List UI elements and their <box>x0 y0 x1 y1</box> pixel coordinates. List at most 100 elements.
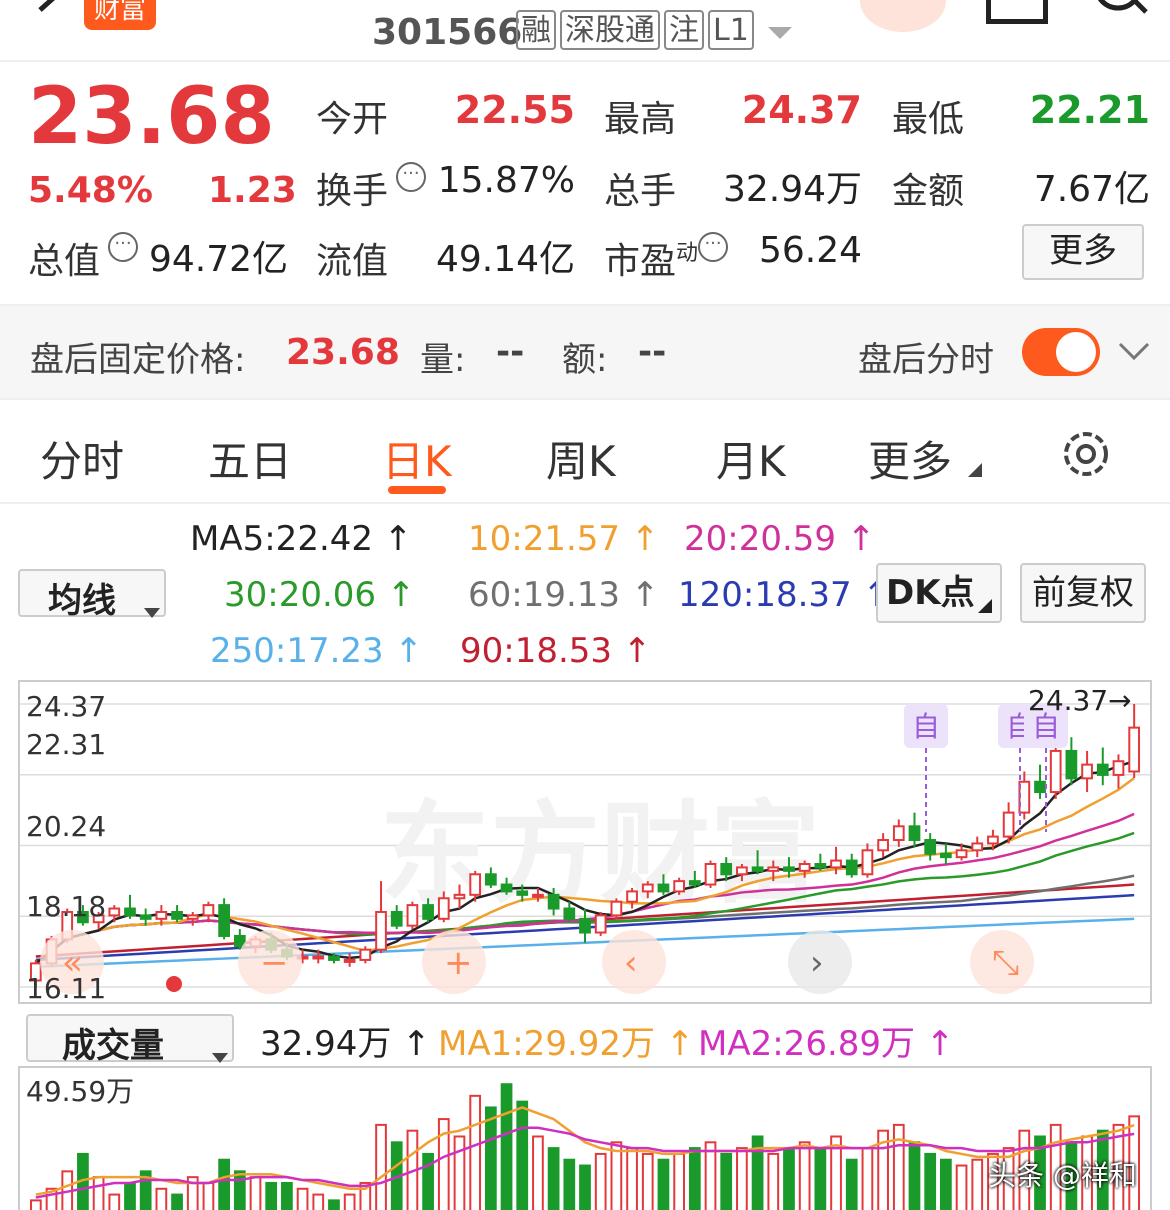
volume-bar <box>673 1152 686 1210</box>
y-axis-label: 24.37 <box>26 690 107 723</box>
tab-5[interactable]: 更多 <box>868 428 952 489</box>
candle-body <box>108 907 121 917</box>
candle-body <box>610 900 623 917</box>
gear-icon[interactable] <box>1060 428 1112 480</box>
volume-bar <box>202 1181 215 1210</box>
quote-label: 最高 <box>604 99 677 140</box>
candle-body <box>657 883 670 893</box>
volume-bar <box>892 1123 905 1210</box>
volume-bar <box>626 1147 638 1210</box>
candle-body <box>1034 780 1046 794</box>
quote-value: 49.14亿 <box>435 239 575 280</box>
quote-value: 56.24 <box>758 230 862 271</box>
avatar[interactable] <box>860 0 946 32</box>
candle-body <box>688 880 701 886</box>
candle-body <box>390 910 403 927</box>
quote-label: 最低 <box>892 99 965 140</box>
volume-bar <box>845 1158 858 1210</box>
candle-body <box>579 917 591 934</box>
volume-bar <box>312 1193 325 1210</box>
quote-value: 15.87% <box>437 160 575 201</box>
volume-bar <box>296 1187 309 1210</box>
more-button[interactable]: 更多 <box>1022 224 1144 280</box>
back-icon[interactable] <box>30 0 66 28</box>
volume-bar <box>814 1147 827 1210</box>
nav-glyph: ‹ <box>624 943 638 983</box>
source-watermark: 头条 @祥和 <box>988 1159 1137 1192</box>
candle-body <box>736 866 748 876</box>
volume-y-max-label: 49.59万 <box>26 1075 135 1108</box>
volume-bar <box>484 1106 497 1210</box>
nav-glyph: + <box>444 943 473 983</box>
candle-body <box>375 910 387 951</box>
dk-point-button[interactable]: DK点 <box>876 563 1002 623</box>
candle-body <box>547 893 560 910</box>
volume-bar <box>908 1141 921 1210</box>
volume-bar <box>328 1199 340 1210</box>
quote-panel: 23.68 5.48% 1.23 今开 22.55 最高 24.37 最低 22.21 换手… <box>0 62 1170 302</box>
quote-label: 总手 <box>604 171 677 212</box>
volume-bar <box>547 1147 560 1210</box>
volume-bar <box>955 1164 968 1210</box>
candle-body <box>1065 749 1078 780</box>
info-icon[interactable]: ··· <box>698 232 729 262</box>
volume-bar <box>532 1135 544 1210</box>
candle-body <box>328 955 340 961</box>
volume-bar <box>343 1193 356 1210</box>
volume-bar <box>469 1094 482 1210</box>
tab-4[interactable]: 月K <box>716 428 786 489</box>
after-hours-amount-label: 额: <box>562 340 608 380</box>
volume-bar <box>218 1158 230 1210</box>
volume-bar <box>124 1181 136 1210</box>
nav-glyph: › <box>810 943 824 983</box>
candle-body <box>453 893 466 900</box>
candle-body <box>532 893 544 898</box>
high-price-marker: 24.37→ <box>1028 684 1132 717</box>
volume-bar <box>688 1147 701 1210</box>
chevron-down-icon[interactable] <box>1118 342 1150 366</box>
candle-body <box>437 897 450 920</box>
info-icon[interactable]: ··· <box>396 162 427 192</box>
volume-bar <box>265 1181 278 1210</box>
after-hours-chart-label: 盘后分时 <box>858 340 994 380</box>
volume-bar <box>29 1199 42 1210</box>
last-price: 23.68 <box>28 72 275 162</box>
candle-body <box>720 863 733 876</box>
after-hours-toggle[interactable] <box>1022 328 1100 376</box>
indicator-select[interactable]: 均线 <box>18 569 166 621</box>
adjust-button[interactable]: 前复权 <box>1020 563 1146 623</box>
volume-bar <box>940 1158 952 1210</box>
search-icon[interactable] <box>1090 0 1150 24</box>
info-icon[interactable]: ··· <box>108 232 139 262</box>
stock-tag: 深股通 <box>560 10 660 50</box>
kline-chart[interactable]: 东方财富自自自 «− + ‹ › ⤡ 24.37 22.31 20.24 18.18 16.11 … <box>18 680 1152 1004</box>
candle-body <box>641 883 654 893</box>
candle-body <box>139 914 152 920</box>
volume-bar <box>579 1164 591 1210</box>
share-icon[interactable] <box>986 0 1048 24</box>
candle-body <box>422 904 434 920</box>
candle-body <box>202 904 215 917</box>
quote-value: 7.67亿 <box>1033 169 1150 210</box>
candle-body <box>359 948 372 961</box>
volume-bar <box>610 1141 623 1210</box>
volume-bar <box>767 1152 780 1210</box>
volume-chart[interactable]: 49.59万 头条 @祥和 <box>18 1066 1152 1210</box>
quote-value: 24.37 <box>741 88 862 132</box>
candle-body <box>1049 749 1062 794</box>
tab-3[interactable]: 周K <box>546 428 616 489</box>
candle-body <box>186 914 199 920</box>
tab-1[interactable]: 五日 <box>208 428 292 489</box>
ma-line-value: 60:19.13 ↑ <box>468 575 660 615</box>
ma-line-value: MA5:22.42 ↑ <box>190 519 413 559</box>
dropdown-arrow-icon[interactable] <box>768 26 792 45</box>
candle-body <box>971 842 984 852</box>
candle-body <box>798 863 811 872</box>
tab-2[interactable]: 日K <box>382 428 452 489</box>
event-dot <box>166 976 182 992</box>
volume-bar <box>233 1170 246 1210</box>
candle-body <box>1081 763 1093 780</box>
tab-0[interactable]: 分时 <box>40 428 124 489</box>
y-axis-label: 20.24 <box>26 810 107 843</box>
volume-select[interactable]: 成交量 <box>26 1014 234 1066</box>
